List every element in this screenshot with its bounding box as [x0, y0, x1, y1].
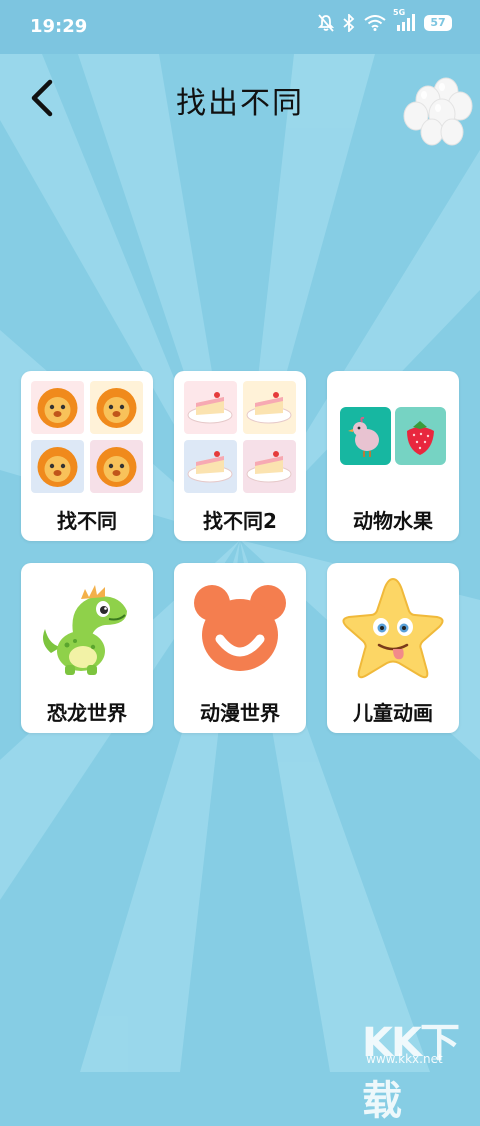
page-title: 找出不同 [176, 86, 304, 121]
game-card-label: 动物水果 [353, 509, 433, 533]
watermark-text: KK下载 [362, 1020, 460, 1124]
wifi-icon [364, 15, 386, 31]
game-card-label: 儿童动画 [353, 701, 433, 725]
balloons-icon [398, 74, 478, 154]
status-bar: 19:29 5G 57 [0, 0, 480, 54]
lion-icon [90, 381, 143, 434]
status-time: 19:29 [30, 16, 88, 37]
game-card-label: 找不同 [57, 509, 117, 533]
cake-icon [243, 440, 296, 493]
cake-icon [184, 381, 237, 434]
lion-icon [90, 440, 143, 493]
strawberry-icon [395, 407, 446, 465]
game-card-kids-animation[interactable]: 儿童动画 [327, 563, 459, 733]
game-card-dinosaur-world[interactable]: 恐龙世界 [21, 563, 153, 733]
chevron-left-icon [31, 79, 53, 117]
watermark: KK下载 www.kkx.net [360, 1010, 480, 1124]
signal-icon: 5G [393, 8, 415, 32]
lion-tiles-icon [31, 381, 143, 493]
bird-strawberry-tiles-icon [337, 381, 449, 493]
game-card-find-difference-2[interactable]: 找不同2 [174, 371, 306, 541]
lion-icon [31, 440, 84, 493]
game-card-animal-fruit[interactable]: 动物水果 [327, 371, 459, 541]
bluetooth-icon [343, 14, 355, 32]
back-button[interactable] [22, 74, 66, 122]
game-card-label: 找不同2 [203, 509, 277, 533]
mute-bell-icon [318, 14, 334, 32]
cake-tiles-icon [184, 381, 296, 493]
watermark-url: www.kkx.net [366, 1052, 443, 1066]
star-face-icon [337, 573, 449, 685]
lion-icon [31, 381, 84, 434]
status-icons: 5G 57 [318, 8, 452, 32]
game-card-anime-world[interactable]: 动漫世界 [174, 563, 306, 733]
cake-icon [184, 440, 237, 493]
game-card-label: 恐龙世界 [47, 701, 127, 725]
game-card-label: 动漫世界 [200, 701, 280, 725]
bird-icon [340, 407, 391, 465]
network-label: 5G [393, 8, 406, 17]
bear-face-icon [184, 573, 296, 685]
cake-icon [243, 381, 296, 434]
battery-icon: 57 [424, 15, 452, 31]
game-card-find-difference[interactable]: 找不同 [21, 371, 153, 541]
dinosaur-icon [31, 573, 143, 685]
